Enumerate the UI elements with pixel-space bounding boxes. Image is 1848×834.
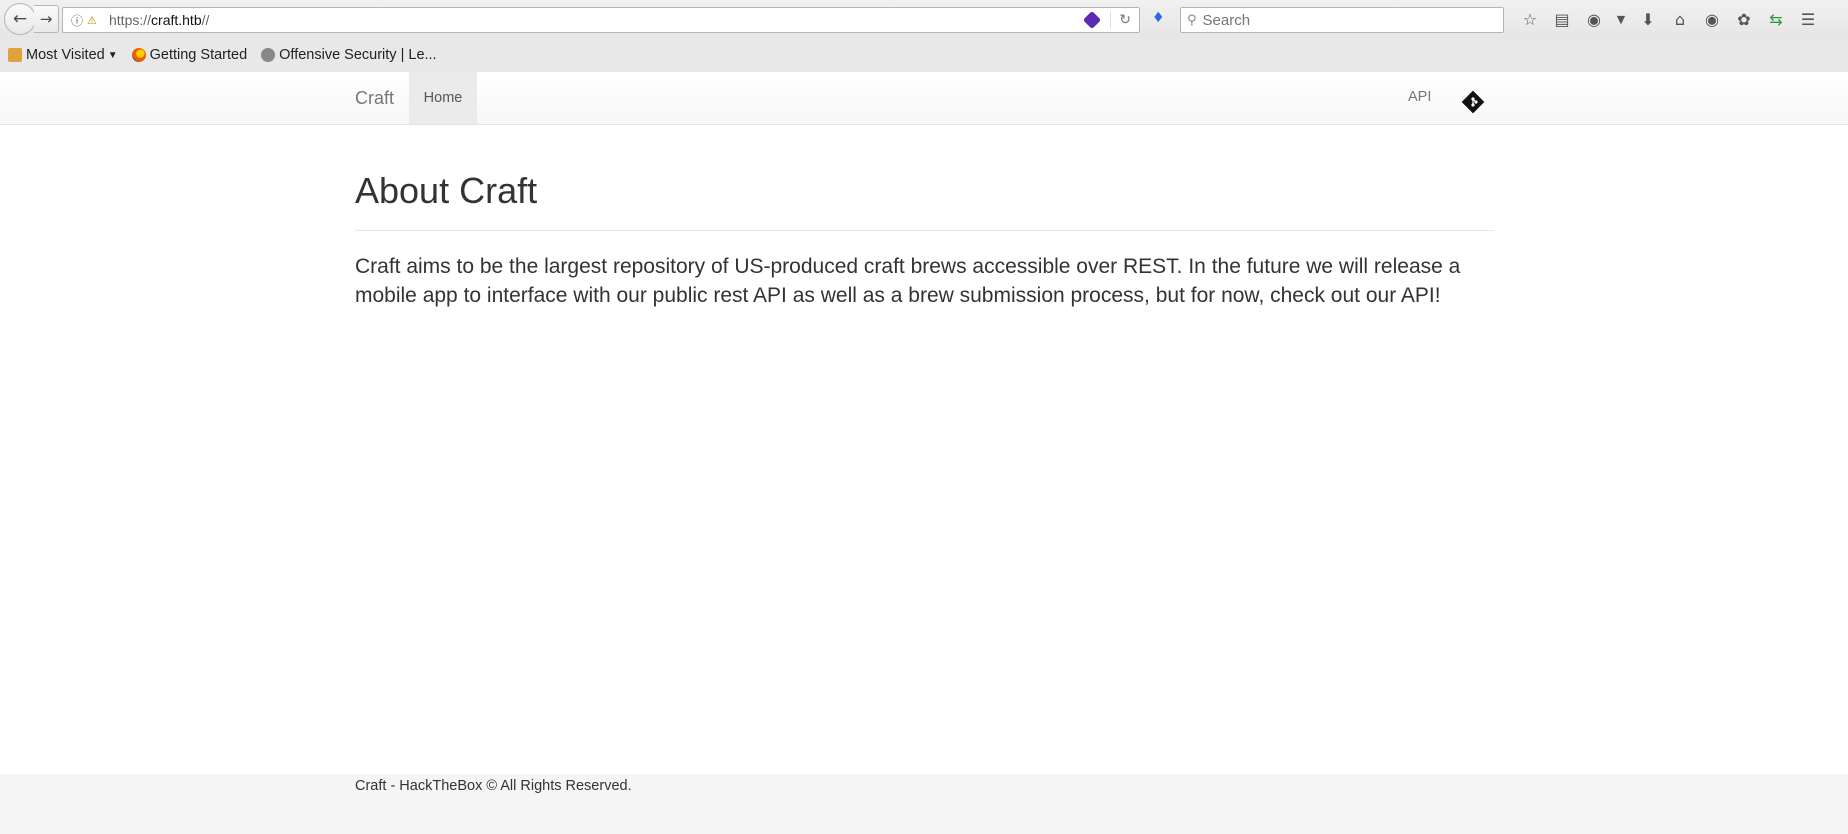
chevron-down-icon[interactable]: ▼ [1610,8,1632,30]
firefox-icon [131,48,146,62]
site-navbar: Craft Home API [0,72,1848,125]
proxy-switch-icon[interactable]: ⇆ [1760,8,1792,30]
menu-icon[interactable]: ☰ [1792,8,1824,30]
info-icon[interactable]: ⓘ [67,12,87,29]
reload-icon[interactable]: ↻ [1110,12,1131,28]
bookmark-offensive-security[interactable]: Offensive Security | Le... [261,47,437,63]
bookmark-label: Offensive Security | Le... [279,47,437,63]
bookmark-label: Most Visited [26,47,105,63]
url-bar[interactable]: ⓘ ⚠ https://craft.htb// ↻ [62,7,1140,33]
bug-icon[interactable]: ✿ [1728,8,1760,30]
bookmark-star-icon[interactable]: ☆ [1514,8,1546,30]
chevron-down-icon: ▼ [107,49,118,61]
back-button[interactable]: ← [4,3,36,35]
pocket-icon[interactable]: ◉ [1696,8,1728,30]
url-path: // [201,12,210,28]
divider [355,230,1494,231]
globe-icon [261,48,276,62]
nav-home[interactable]: Home [409,72,477,124]
url-host: craft.htb [151,12,202,28]
home-icon[interactable]: ⌂ [1664,8,1696,30]
search-input[interactable] [1200,10,1485,30]
footer: Craft - HackTheBox © All Rights Reserved… [0,774,1848,834]
git-icon[interactable] [1461,90,1485,114]
extension-icon[interactable]: ♦ [1152,10,1165,26]
nav-api[interactable]: API [1408,89,1431,105]
brand-link[interactable]: Craft [355,88,394,109]
page-title: About Craft [355,170,538,211]
bookmark-label: Getting Started [149,47,248,63]
search-icon: ⚲ [1187,12,1197,28]
footer-text: Craft - HackTheBox © All Rights Reserved… [355,778,632,794]
url-scheme: https:// [109,12,152,28]
bookmarks-bar: Most Visited ▼ Getting Started Offensive… [0,38,1848,73]
download-icon[interactable]: ⬇ [1632,8,1664,30]
about-paragraph: Craft aims to be the largest repository … [355,255,1461,307]
folder-icon [8,48,22,62]
forward-arrow-icon: → [39,10,53,28]
url-text[interactable]: https://craft.htb// [109,12,1084,28]
reading-list-icon[interactable]: ▤ [1546,8,1578,30]
bookmark-getting-started[interactable]: Getting Started [131,47,248,63]
back-arrow-icon: ← [12,9,28,29]
extension-cube-icon[interactable] [1083,10,1102,30]
palette-icon[interactable]: ◉ [1578,8,1610,30]
search-bar[interactable]: ⚲ [1180,7,1504,33]
insecure-lock-icon[interactable]: ⚠ [87,14,103,27]
forward-button[interactable]: → [34,5,59,33]
toolbar-icons: ☆ ▤ ◉ ▼ ⬇ ⌂ ◉ ✿ ⇆ ☰ [1514,8,1824,30]
bookmark-most-visited[interactable]: Most Visited ▼ [8,47,118,63]
